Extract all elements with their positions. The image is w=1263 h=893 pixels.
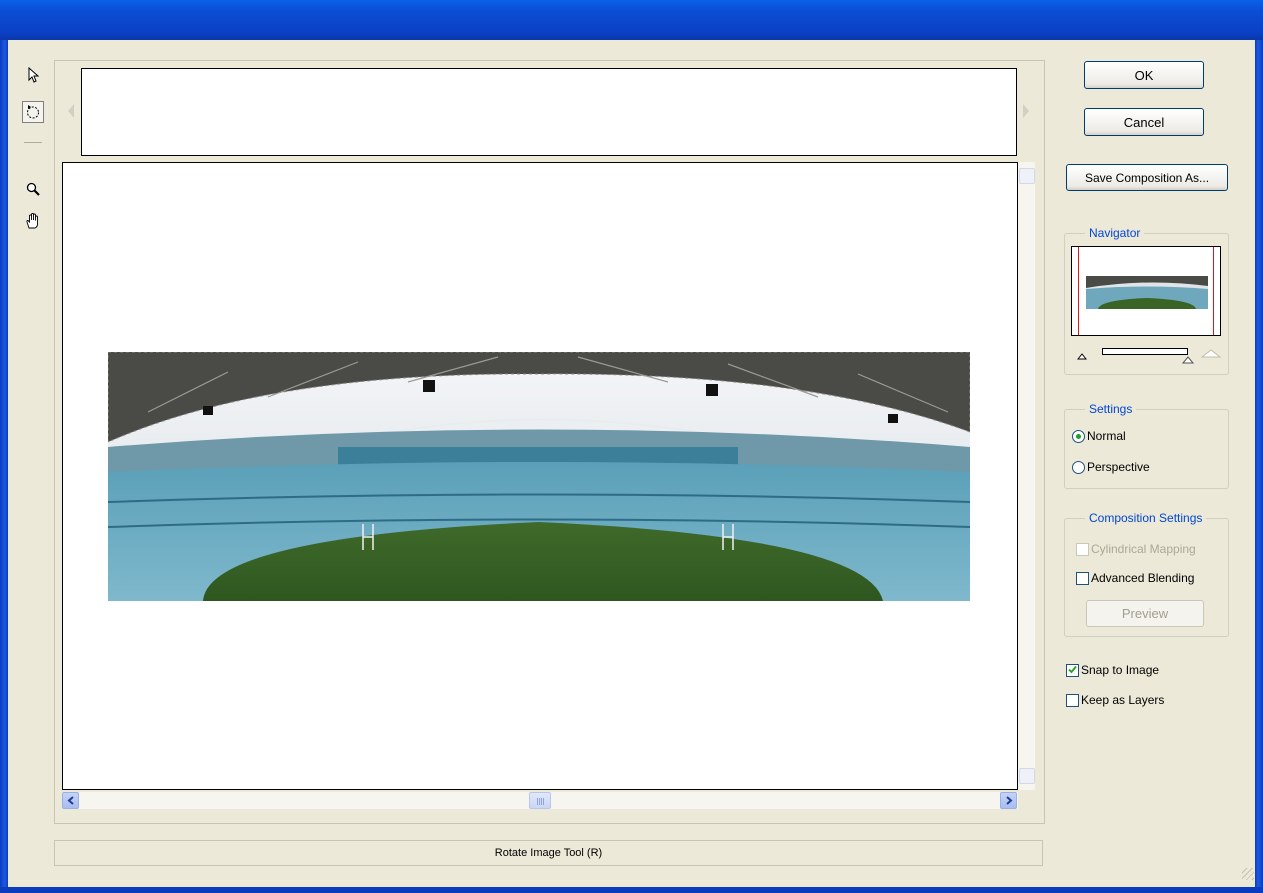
window-frame-left xyxy=(0,40,8,893)
navigator-zoom-control[interactable] xyxy=(1076,346,1223,364)
checkmark-icon xyxy=(1068,663,1077,677)
perspective-radio-option[interactable]: Perspective xyxy=(1072,460,1150,474)
zoom-slider-thumb[interactable] xyxy=(1181,353,1195,367)
chevron-left-icon xyxy=(66,794,75,808)
scroll-corner xyxy=(1018,792,1035,809)
composition-settings-label: Composition Settings xyxy=(1085,511,1207,525)
toolbar-separator xyxy=(24,142,42,143)
snap-to-image-label: Snap to Image xyxy=(1081,663,1160,677)
scroll-up-button[interactable] xyxy=(1019,168,1035,184)
ok-button[interactable]: OK xyxy=(1084,61,1204,89)
chevron-right-icon xyxy=(1005,794,1013,808)
navigator-thumbnail xyxy=(1086,276,1208,309)
advanced-blending-checkbox[interactable] xyxy=(1076,571,1089,585)
rotate-icon xyxy=(25,104,41,120)
lightbox-scroll-left-icon[interactable] xyxy=(68,104,74,118)
resize-grip[interactable] xyxy=(1242,868,1254,880)
window-frame-bottom xyxy=(0,887,1263,893)
advanced-blending-label: Advanced Blending xyxy=(1091,571,1195,585)
scroll-left-button[interactable] xyxy=(62,792,79,809)
settings-label: Settings xyxy=(1085,402,1137,416)
settings-group: Settings xyxy=(1064,402,1229,489)
zoom-slider-track[interactable] xyxy=(1102,348,1188,355)
scroll-thumb-grip xyxy=(537,798,545,805)
lightbox-area[interactable] xyxy=(81,68,1017,156)
magnifier-icon xyxy=(25,181,41,197)
preview-button[interactable]: Preview xyxy=(1086,600,1204,627)
status-bar: Rotate Image Tool (R) xyxy=(54,840,1043,866)
radio-selected-dot xyxy=(1076,433,1081,439)
vertical-scrollbar[interactable] xyxy=(1018,162,1035,790)
save-composition-as-button[interactable]: Save Composition As... xyxy=(1066,164,1228,191)
lightbox-scroll-right-icon[interactable] xyxy=(1023,104,1029,118)
status-text: Rotate Image Tool (R) xyxy=(494,847,603,859)
snap-to-image-option[interactable]: Snap to Image xyxy=(1066,663,1159,677)
keep-as-layers-label: Keep as Layers xyxy=(1081,693,1165,707)
scroll-right-button[interactable] xyxy=(1000,792,1017,809)
horizontal-scrollbar[interactable] xyxy=(62,792,1018,809)
rotate-image-tool[interactable] xyxy=(22,101,44,123)
composition-workspace[interactable] xyxy=(62,162,1018,790)
hand-tool[interactable] xyxy=(22,210,44,232)
panorama-image[interactable] xyxy=(108,352,970,601)
cylindrical-mapping-checkbox[interactable] xyxy=(1076,542,1089,556)
hand-icon xyxy=(24,212,42,230)
perspective-radio-label: Perspective xyxy=(1087,460,1150,474)
cancel-button[interactable]: Cancel xyxy=(1084,108,1204,136)
zoom-out-icon[interactable] xyxy=(1076,349,1088,363)
arrow-pointer-icon xyxy=(26,67,40,83)
keep-as-layers-checkbox[interactable] xyxy=(1066,693,1079,707)
keep-as-layers-option[interactable]: Keep as Layers xyxy=(1066,693,1164,707)
normal-radio-label: Normal xyxy=(1087,429,1126,443)
zoom-in-icon[interactable] xyxy=(1200,347,1222,361)
navigator-view-right-edge xyxy=(1213,247,1214,335)
normal-radio[interactable] xyxy=(1072,429,1085,443)
select-image-tool[interactable] xyxy=(22,64,44,86)
horizontal-scroll-thumb[interactable] xyxy=(529,792,551,809)
cylindrical-mapping-option[interactable]: Cylindrical Mapping xyxy=(1076,542,1196,556)
navigator-preview[interactable] xyxy=(1071,246,1221,336)
snap-to-image-checkbox[interactable] xyxy=(1066,663,1079,677)
normal-radio-option[interactable]: Normal xyxy=(1072,429,1126,443)
navigator-view-left-edge xyxy=(1078,247,1079,335)
zoom-tool[interactable] xyxy=(22,178,44,200)
navigator-label: Navigator xyxy=(1085,226,1145,240)
title-bar[interactable] xyxy=(0,0,1263,40)
window-frame-right xyxy=(1255,40,1263,893)
cylindrical-mapping-label: Cylindrical Mapping xyxy=(1091,542,1196,556)
advanced-blending-option[interactable]: Advanced Blending xyxy=(1076,571,1194,585)
perspective-radio[interactable] xyxy=(1072,460,1085,474)
scroll-down-button[interactable] xyxy=(1019,768,1035,784)
